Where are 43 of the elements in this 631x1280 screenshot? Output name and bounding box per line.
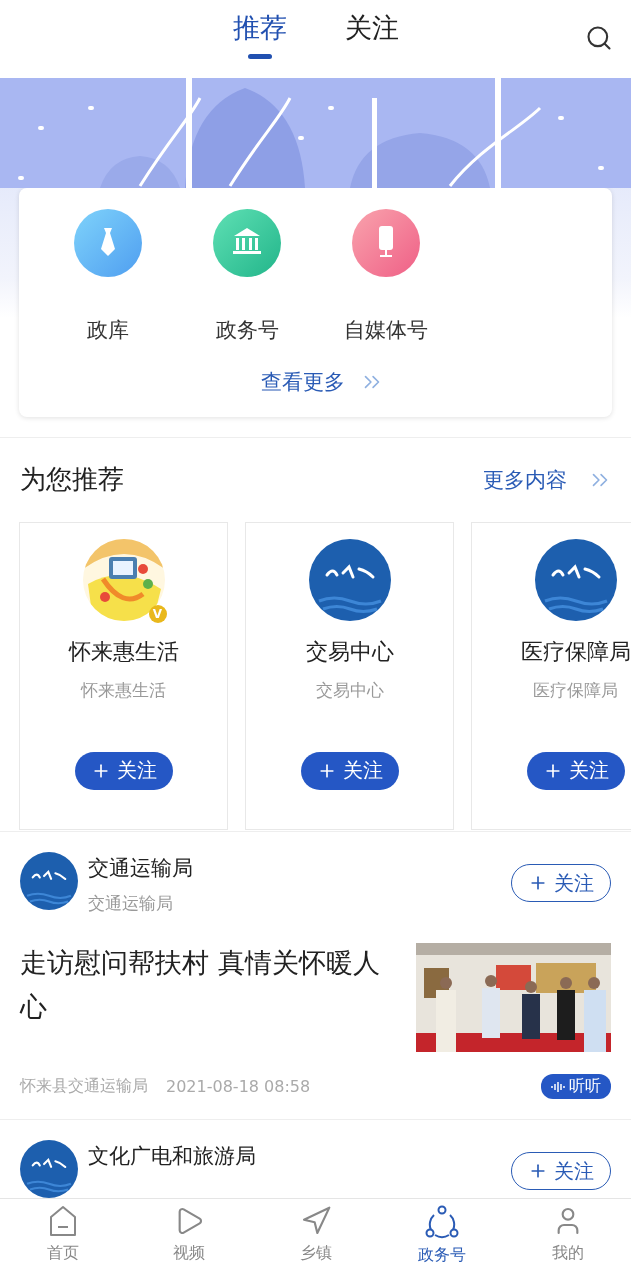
home-icon	[48, 1205, 79, 1237]
logo-avatar	[20, 852, 78, 910]
nav-tab[interactable]: 首页	[0, 1199, 127, 1280]
verified-badge: V	[148, 604, 167, 623]
account-card[interactable]: 医疗保障局 医疗保障局 关注	[471, 521, 631, 830]
article-source: 怀来县交通运输局	[20, 1076, 148, 1097]
more-content-link[interactable]: 更多内容	[483, 465, 613, 494]
article-title[interactable]: 走访慰问帮扶村 真情关怀暖人心	[20, 941, 405, 1052]
mic-icon	[351, 208, 421, 278]
nodes-icon	[424, 1205, 459, 1239]
category-item[interactable]: 自媒体号	[336, 208, 436, 344]
listen-button[interactable]: 听听	[541, 1074, 611, 1099]
account-name: 交易中心	[305, 637, 394, 666]
account-subtitle: 交易中心	[315, 678, 384, 702]
account-subtitle: 医疗保障局	[533, 678, 618, 702]
tab[interactable]: 推荐	[232, 9, 287, 73]
follow-button[interactable]: 关注	[300, 751, 399, 790]
author-subtitle: 交通运输局	[88, 892, 174, 915]
account-card[interactable]: 交易中心 交易中心 关注	[245, 521, 454, 830]
nav-tab[interactable]: 乡镇	[252, 1199, 379, 1280]
follow-button[interactable]: 关注	[511, 864, 611, 902]
follow-button[interactable]: 关注	[74, 751, 173, 790]
search-button[interactable]	[585, 24, 613, 52]
nav-tab[interactable]: 视频	[126, 1199, 253, 1280]
account-subtitle: 怀来惠生活	[81, 678, 166, 702]
follow-button[interactable]: 关注	[511, 1152, 611, 1190]
account-name: 医疗保障局	[520, 637, 631, 666]
view-more-link[interactable]: 查看更多	[260, 368, 385, 396]
follow-button[interactable]: 关注	[526, 751, 625, 790]
nav-tab[interactable]: 政务号	[378, 1199, 505, 1280]
category-item[interactable]: 政务号	[197, 208, 297, 344]
nav-tab[interactable]: 我的	[504, 1199, 631, 1280]
account-card[interactable]: V 怀来惠生活 怀来惠生活 关注	[19, 521, 228, 830]
tie-icon	[73, 208, 143, 278]
section-title: 为您推荐	[20, 463, 124, 497]
audio-icon	[551, 1080, 565, 1093]
tab[interactable]: 关注	[344, 9, 399, 73]
article-time: 2021-08-18 08:58	[166, 1077, 311, 1096]
account-name: 怀来惠生活	[68, 637, 179, 666]
bank-icon	[212, 208, 282, 278]
category-item[interactable]: 政库	[58, 208, 158, 344]
author-name: 文化广电和旅游局	[88, 1143, 257, 1170]
author-name: 交通运输局	[88, 855, 194, 882]
